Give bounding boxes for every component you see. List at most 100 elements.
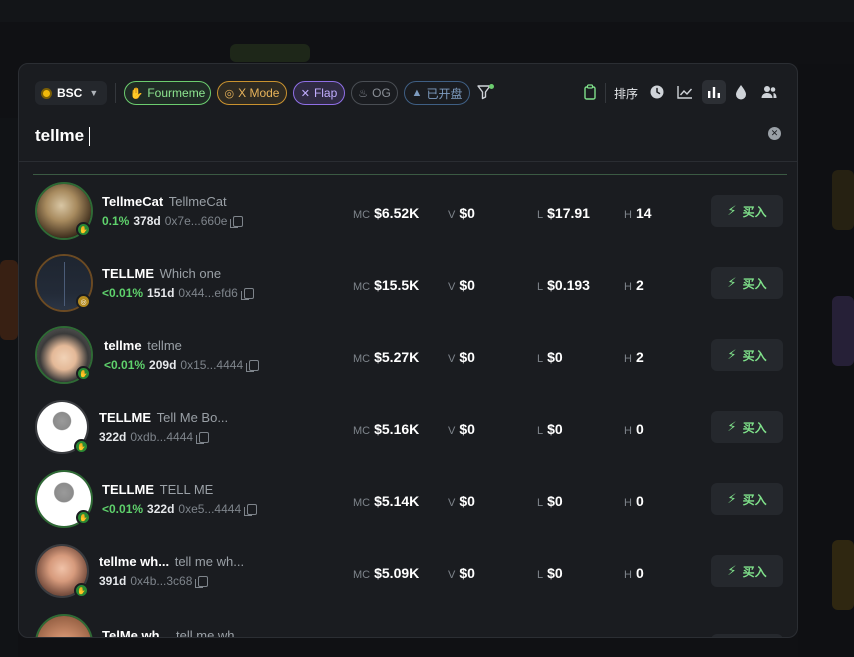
token-symbol: TelMe wh... xyxy=(102,628,171,638)
market-cap: MC $5.09K xyxy=(353,565,420,581)
graduation-cap-icon: ▲ xyxy=(411,87,423,99)
search-modal: BSC ▼ ✋ Fourmeme ◎ X Mode ✕ Flap ♨ OG ▲ … xyxy=(18,63,798,638)
contract-address: 0x15...4444 xyxy=(180,358,244,372)
holders: H 14 xyxy=(624,205,652,221)
copy-icon[interactable] xyxy=(230,215,244,228)
token-meta: 391d 0x4b...3c68 xyxy=(99,574,209,588)
buy-button[interactable]: ⚡ 买入 xyxy=(711,411,783,443)
fourmeme-badge-icon: ✋ xyxy=(74,583,89,598)
list-item[interactable]: ✋ TELLME Tell Me Bo... 322d 0xdb...4444 … xyxy=(19,392,797,464)
butterfly-icon: ✕ xyxy=(300,87,310,100)
list-item[interactable]: TelMe wh... tell me wh... xyxy=(19,608,797,638)
xmode-badge-icon: ◎ xyxy=(76,294,91,309)
token-name: TellmeCat xyxy=(168,194,227,209)
clipboard-icon[interactable] xyxy=(578,80,602,104)
liquidity: L $0 xyxy=(537,565,563,581)
volume: V $0 xyxy=(448,493,475,509)
token-meta: <0.01% 209d 0x15...4444 xyxy=(104,358,260,372)
token-name: TELL ME xyxy=(159,482,214,497)
background-card xyxy=(230,44,310,62)
volume: V $0 xyxy=(448,277,475,293)
token-age: 378d xyxy=(133,214,161,228)
copy-icon[interactable] xyxy=(196,431,210,444)
token-age: 322d xyxy=(147,502,175,516)
filter-chip-og[interactable]: ♨ OG xyxy=(351,81,398,105)
liquidity: L $0.193 xyxy=(537,277,590,293)
buy-button[interactable]: ⚡ 买入 xyxy=(711,339,783,371)
hand-icon: ✋ xyxy=(129,87,144,100)
token-symbol: TELLME xyxy=(102,482,154,497)
sort-by-trend-icon[interactable] xyxy=(673,80,697,104)
copy-icon[interactable] xyxy=(244,503,258,516)
list-item[interactable]: ✋ TellmeCat TellmeCat 0.1% 378d 0x7e...6… xyxy=(19,176,797,248)
holder-percent: <0.01% xyxy=(102,502,144,516)
avatar-chart-line xyxy=(64,262,65,306)
list-item[interactable]: ✋ TELLME TELL ME <0.01% 322d 0xe5...4444… xyxy=(19,464,797,536)
buy-button[interactable]: ⚡ 买入 xyxy=(711,195,783,227)
token-title: tellme tellme xyxy=(104,338,182,353)
sort-by-volume-icon[interactable] xyxy=(702,80,726,104)
token-name: tellme xyxy=(147,338,182,353)
filter-chip-xmode[interactable]: ◎ X Mode xyxy=(217,81,287,105)
copy-icon[interactable] xyxy=(246,359,260,372)
market-cap: MC $5.16K xyxy=(353,421,420,437)
holders: H0 xyxy=(624,493,644,509)
token-name: Tell Me Bo... xyxy=(156,410,229,425)
copy-icon[interactable] xyxy=(195,575,209,588)
token-title: tellme wh... tell me wh... xyxy=(99,554,244,569)
market-cap: MC $15.5K xyxy=(353,277,420,293)
filter-chip-fourmeme[interactable]: ✋ Fourmeme xyxy=(124,81,211,105)
clear-search-icon[interactable]: ✕ xyxy=(768,127,781,140)
list-item[interactable]: ◎ TELLME Which one <0.01% 151d 0x44...ef… xyxy=(19,248,797,320)
market-cap: MC $6.52K xyxy=(353,205,420,221)
holders: H0 xyxy=(624,421,644,437)
background-card xyxy=(832,296,854,366)
token-age: 209d xyxy=(149,358,177,372)
token-meta: <0.01% 151d 0x44...efd6 xyxy=(102,286,254,300)
sort-label: 排序 xyxy=(614,87,639,101)
token-age: 391d xyxy=(99,574,127,588)
chain-label: BSC xyxy=(57,86,83,100)
target-icon: ◎ xyxy=(224,87,235,100)
fourmeme-badge-icon: ✋ xyxy=(76,222,91,237)
filter-icon[interactable] xyxy=(477,84,494,102)
token-title: TellmeCat TellmeCat xyxy=(102,194,227,209)
sort-by-holders-icon[interactable] xyxy=(757,80,781,104)
contract-address: 0x44...efd6 xyxy=(178,286,238,300)
liquidity: L $17.91 xyxy=(537,205,590,221)
search-input[interactable] xyxy=(35,124,735,148)
filter-toolbar: BSC ▼ ✋ Fourmeme ◎ X Mode ✕ Flap ♨ OG ▲ … xyxy=(19,64,797,120)
sort-by-time-icon[interactable] xyxy=(645,80,669,104)
buy-button[interactable]: ⚡ 买入 xyxy=(711,267,783,299)
buy-button[interactable] xyxy=(711,634,783,637)
token-name: Which one xyxy=(159,266,222,281)
background-header xyxy=(0,0,854,22)
buy-button[interactable]: ⚡ 买入 xyxy=(711,483,783,515)
token-title: TELLME Which one xyxy=(102,266,221,281)
chain-select[interactable]: BSC ▼ xyxy=(35,81,107,105)
divider xyxy=(605,83,606,103)
chip-label: OG xyxy=(372,86,391,100)
token-symbol: TELLME xyxy=(99,410,151,425)
search-bar: ✕ xyxy=(19,120,797,162)
bsc-coin-icon xyxy=(41,87,52,99)
lightning-icon: ⚡ xyxy=(727,563,737,578)
background-left-column xyxy=(0,118,18,657)
lightning-icon: ⚡ xyxy=(727,203,737,218)
list-item[interactable]: ✋ tellme wh... tell me wh... 391d 0x4b..… xyxy=(19,536,797,608)
fourmeme-badge-icon: ✋ xyxy=(74,439,89,454)
sort-by-liquidity-icon[interactable] xyxy=(729,80,753,104)
holder-percent: <0.01% xyxy=(104,358,146,372)
copy-icon[interactable] xyxy=(240,287,254,300)
background-card xyxy=(0,260,18,340)
holder-percent: 0.1% xyxy=(102,214,130,228)
filter-chip-flap[interactable]: ✕ Flap xyxy=(293,81,345,105)
buy-button[interactable]: ⚡ 买入 xyxy=(711,555,783,587)
market-cap: MC $5.27K xyxy=(353,349,420,365)
chip-label: 已开盘 xyxy=(426,86,463,101)
filter-chip-opened[interactable]: ▲ 已开盘 xyxy=(404,81,470,105)
holders: H2 xyxy=(624,277,644,293)
list-item[interactable]: ✋ tellme tellme <0.01% 209d 0x15...4444 … xyxy=(19,320,797,392)
lightning-icon: ⚡ xyxy=(727,347,737,362)
token-title: TelMe wh... tell me wh... xyxy=(102,628,245,638)
